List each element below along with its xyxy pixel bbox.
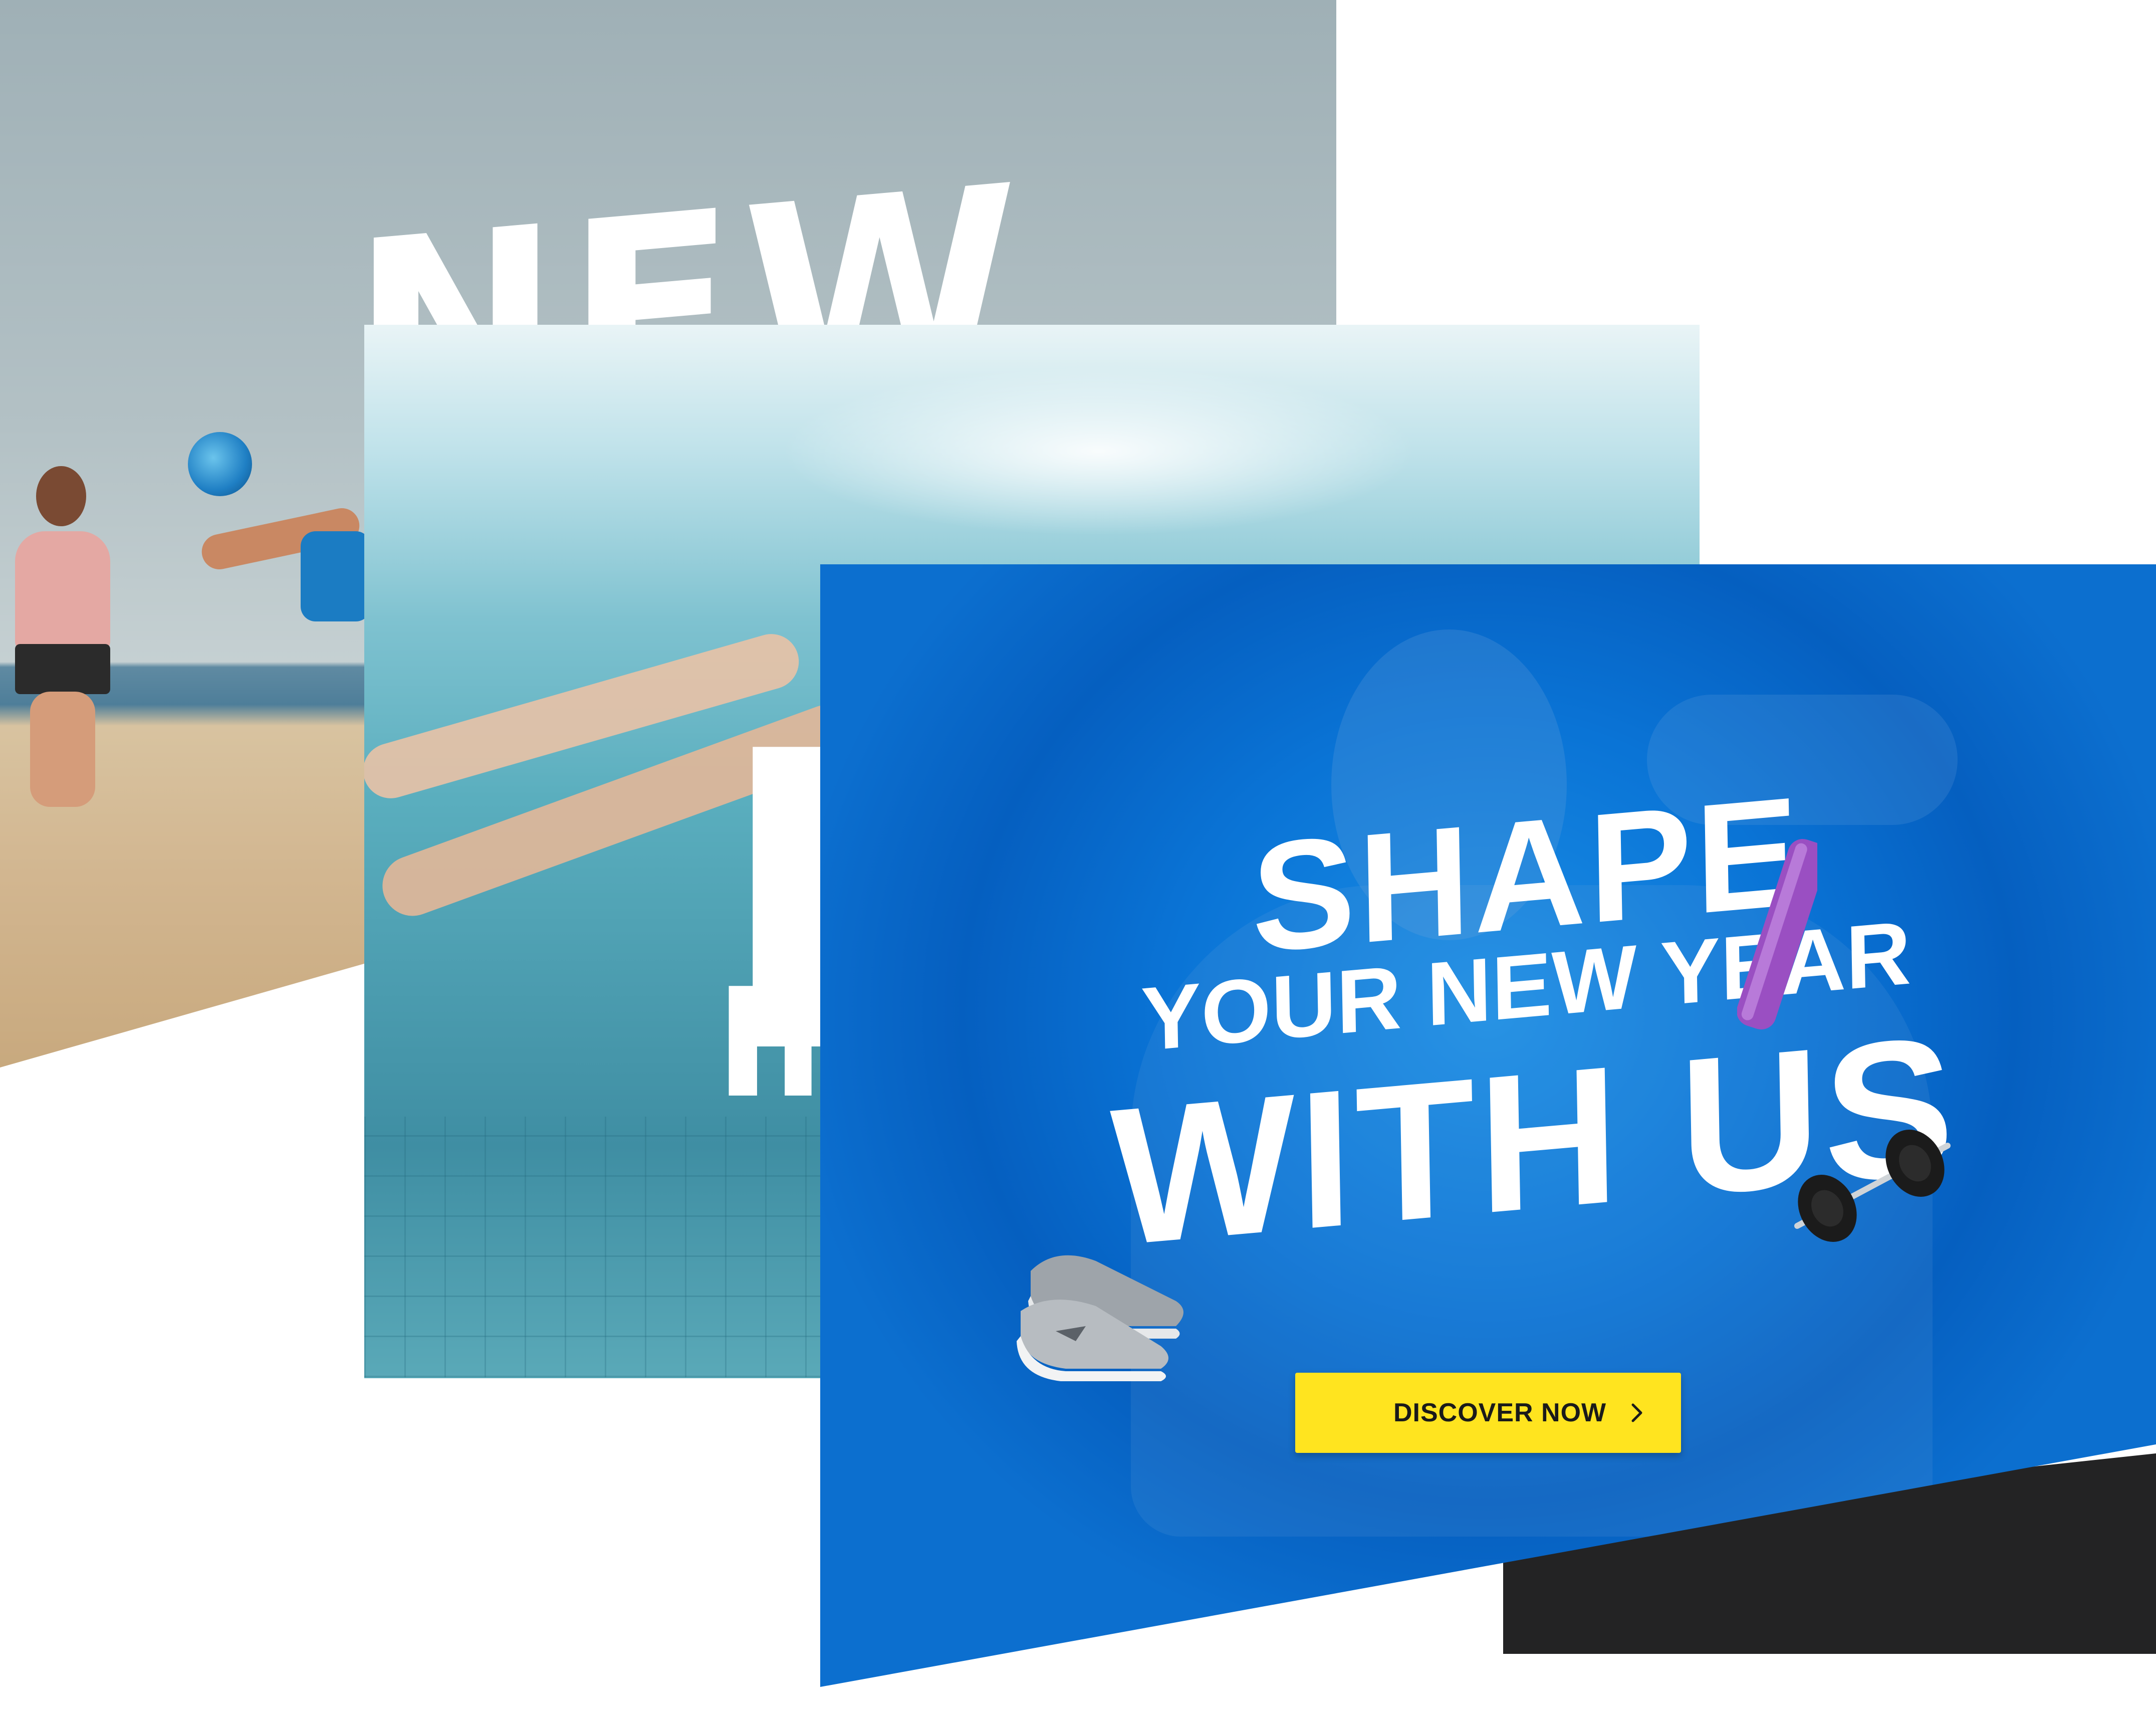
dumbbell-image — [1794, 1130, 1951, 1242]
chevron-right-icon — [1631, 1403, 1642, 1422]
discover-now-button[interactable]: DISCOVER NOW — [1295, 1373, 1681, 1453]
sneakers-image — [1017, 1255, 1183, 1381]
yoga-mat-image — [1737, 839, 1817, 1030]
discover-now-label: DISCOVER NOW — [1393, 1398, 1607, 1427]
ball-image — [188, 432, 252, 496]
